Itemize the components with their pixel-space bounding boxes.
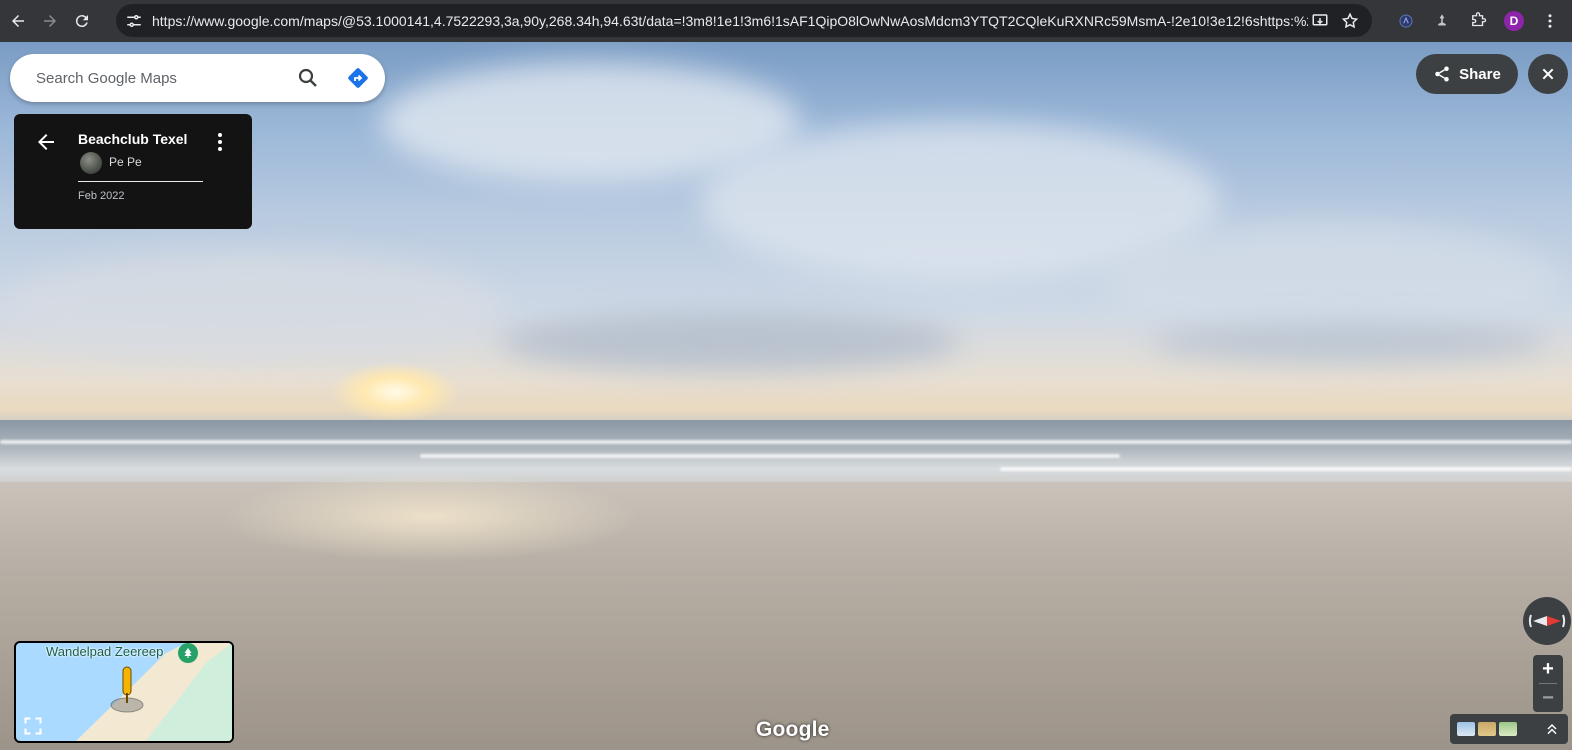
contributor-name[interactable]: Pe Pe [109, 155, 142, 169]
close-icon [1542, 68, 1554, 80]
kebab-icon [1548, 14, 1552, 28]
zoom-in-button[interactable]: + [1533, 655, 1563, 683]
arrow-right-icon [44, 15, 56, 27]
zoom-controls: + − [1533, 655, 1563, 712]
google-logo: Google [756, 718, 830, 741]
place-info-card: Beachclub Texel Pe Pe Feb 2022 [14, 114, 252, 229]
capture-date[interactable]: Feb 2022 [78, 190, 124, 202]
puzzle-icon [1472, 12, 1487, 27]
tree-icon [184, 648, 192, 658]
compass-button[interactable] [1523, 597, 1571, 645]
forward-button[interactable] [36, 7, 64, 35]
cloud [500, 312, 960, 372]
share-icon [1435, 66, 1449, 82]
arrow-back-icon [38, 134, 54, 150]
search-box [10, 54, 385, 102]
extension-pin-icon [1438, 14, 1446, 26]
compass-icon [1528, 614, 1566, 628]
layer-thumbnail[interactable] [1499, 722, 1517, 736]
browser-toolbar: https://www.google.com/maps/@53.1000141,… [0, 0, 1572, 42]
directions-button[interactable] [346, 66, 370, 90]
zoom-out-button[interactable]: − [1533, 684, 1563, 712]
park-pin-icon[interactable] [178, 643, 198, 663]
directions-icon [348, 68, 368, 88]
extensions-button[interactable] [1466, 9, 1490, 33]
install-app-icon [1312, 13, 1328, 25]
extension-badge-button[interactable] [1394, 9, 1418, 33]
fullscreen-icon [24, 717, 42, 735]
tune-icon [127, 14, 141, 27]
search-icon [298, 68, 317, 87]
search-button[interactable] [296, 66, 320, 90]
address-bar[interactable]: https://www.google.com/maps/@53.1000141,… [116, 4, 1372, 37]
star-icon [1341, 12, 1359, 28]
minimap-label: Wandelpad Zeereep [46, 644, 164, 659]
wave-foam [420, 454, 1120, 458]
pegman-icon [110, 666, 144, 713]
back-button[interactable] [4, 7, 32, 35]
minimap[interactable]: Wandelpad Zeereep [14, 641, 234, 743]
kebab-icon [218, 133, 222, 151]
layer-thumbnail[interactable] [1478, 722, 1496, 736]
profile-avatar: D [1504, 11, 1524, 31]
reload-icon [75, 15, 88, 28]
more-options-button[interactable] [210, 130, 230, 154]
extension-badge-icon [1399, 14, 1413, 28]
bookmark-button[interactable] [1338, 9, 1362, 33]
site-info-button[interactable] [120, 7, 148, 35]
divider [78, 181, 203, 182]
search-input[interactable] [34, 68, 288, 88]
extension-pin-button[interactable] [1430, 9, 1454, 33]
cloud [0, 252, 500, 362]
contributor-avatar[interactable] [80, 152, 102, 174]
arrow-left-icon [12, 15, 24, 27]
sun-reflection [220, 472, 640, 562]
wave-foam [0, 440, 1572, 444]
share-button[interactable]: Share [1416, 54, 1518, 94]
minimap-expand-button[interactable] [20, 713, 46, 739]
url-text[interactable]: https://www.google.com/maps/@53.1000141,… [152, 13, 1308, 29]
sun [330, 362, 460, 422]
layer-thumbnail[interactable] [1457, 722, 1475, 736]
wave-foam [1000, 467, 1572, 471]
imagery-layers-strip[interactable] [1450, 714, 1568, 744]
browser-menu-button[interactable] [1538, 9, 1562, 33]
close-street-view-button[interactable] [1528, 54, 1568, 94]
reload-button[interactable] [68, 7, 96, 35]
chevron-up-icon[interactable] [1544, 721, 1560, 737]
share-label: Share [1459, 65, 1501, 83]
cloud [1150, 322, 1550, 362]
back-to-map-button[interactable] [34, 130, 58, 154]
install-app-button[interactable] [1308, 9, 1332, 33]
profile-button[interactable]: D [1502, 9, 1526, 33]
place-title[interactable]: Beachclub Texel [78, 131, 187, 147]
